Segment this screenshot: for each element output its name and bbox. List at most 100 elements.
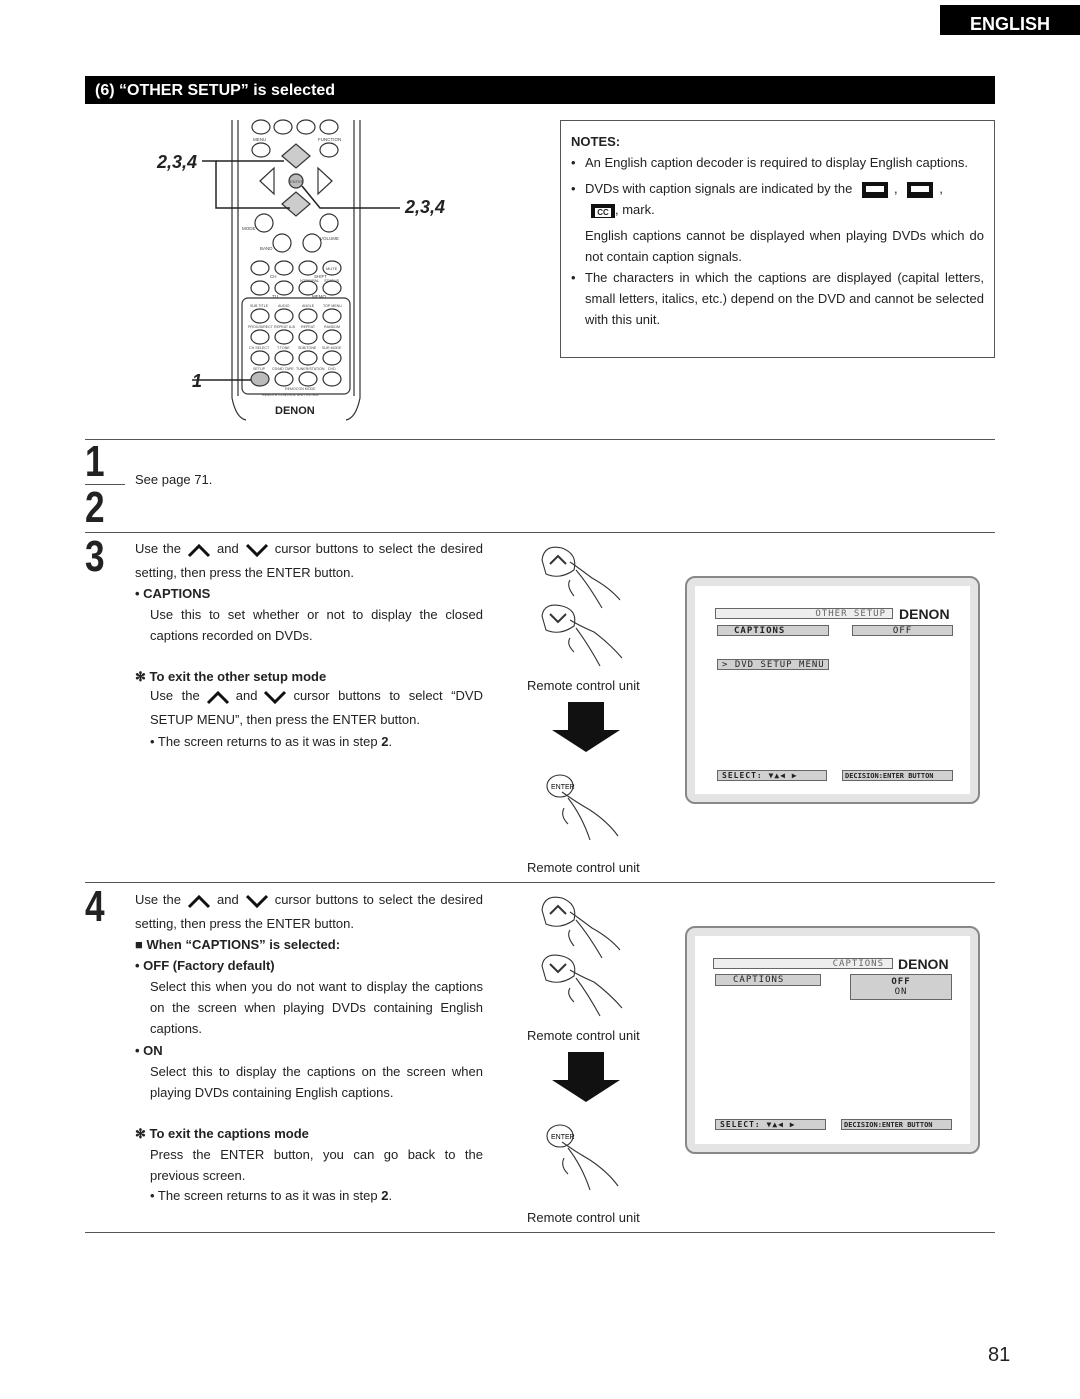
language-tab: ENGLISH <box>940 5 1080 35</box>
osd-decision-hint: DECISION:ENTER BUTTON <box>841 1119 952 1130</box>
cursor-down-icon <box>264 690 287 704</box>
status-label: STATUS <box>324 278 340 283</box>
hand-press-illustration: ENTER <box>541 546 623 841</box>
osd-option-off[interactable]: OFF <box>851 977 951 987</box>
caption-mark-icon <box>862 181 888 198</box>
step-number-1: 1 <box>85 437 105 486</box>
cc-mark-icon: CC <box>591 203 615 218</box>
on-description: Select this to display the captions on t… <box>150 1064 483 1100</box>
remote-brand: DENON <box>275 405 315 417</box>
caption-mark-icon <box>907 181 934 198</box>
random-label: RANDOM <box>324 325 340 329</box>
osd-option-on[interactable]: ON <box>851 987 951 997</box>
remote-control-unit-caption: Remote control unit <box>527 860 640 875</box>
function-label: FUNCTION <box>318 137 341 142</box>
prog-label: PROG/DIRECT <box>248 325 274 329</box>
divider <box>85 882 995 883</box>
repeat-label: REPEAT <box>301 325 316 329</box>
cursor-up-icon <box>187 894 211 908</box>
notes-title: NOTES: <box>571 134 621 149</box>
returns-note: • The screen returns to as it was in ste… <box>150 1188 393 1203</box>
exit-captions-heading: ✻ To exit the captions mode <box>135 1126 309 1141</box>
ch-label: CH <box>270 274 277 279</box>
osd-screen-captions: CAPTIONS DENON CAPTIONS OFF ON SELECT: ▼… <box>685 926 980 1154</box>
topmenu-label: TOP MENU <box>323 304 342 308</box>
step4-instruction: Use the and cursor buttons to select the d… <box>135 892 483 931</box>
arrow-down-icon <box>568 702 604 730</box>
exit-captions-description: Press the ENTER button, you can go back … <box>150 1147 483 1183</box>
note-item: English captions cannot be displayed whe… <box>585 228 984 264</box>
tuner-label: TUNER/STATION <box>296 367 325 371</box>
volume-label: VOLUME <box>320 236 339 241</box>
callout-234-right: 2,3,4 <box>405 197 446 217</box>
hand-press-illustration: ENTER <box>541 896 623 1191</box>
divider <box>85 439 995 440</box>
remote-control-unit-caption: Remote control unit <box>527 1210 640 1225</box>
sdbtone-label: SDB/TONE <box>298 346 317 350</box>
subtitle-label: SUB TITLE <box>250 304 269 308</box>
captions-description: Use this to set whether or not to displa… <box>150 607 483 643</box>
step-number-3: 3 <box>85 532 105 581</box>
page-number: 81 <box>988 1344 1011 1366</box>
angle-label: ANGLE <box>302 304 315 308</box>
exit-setup-instruction: Use the and cursor buttons to select “DVD … <box>150 688 483 727</box>
divider <box>85 1232 995 1233</box>
note-item: • An English caption decoder is required … <box>571 155 969 170</box>
remote-control-unit-caption: Remote control unit <box>527 678 640 693</box>
arrow-down-icon <box>568 1052 604 1080</box>
note-item: • The characters in which the captions ar… <box>571 270 984 327</box>
on-heading: • ON <box>135 1043 163 1058</box>
osd-option-list: OFF ON <box>850 974 952 1000</box>
enter-button-label: ENTER <box>551 784 575 791</box>
ntsc-label: NTSC/PAL <box>300 278 320 283</box>
osd-dvd-setup-menu: > DVD SETUP MENU <box>717 659 829 670</box>
band-label: BAND <box>260 246 273 251</box>
callout-1: 1 <box>192 371 203 391</box>
remote-control-unit-caption: Remote control unit <box>527 1028 640 1043</box>
chselect-label: CH.SELECT <box>249 346 270 350</box>
step-number-2: 2 <box>85 483 105 532</box>
cursor-down-icon <box>245 894 268 908</box>
mode-label: MODE <box>242 226 256 231</box>
surmode-label: SUR.MODE <box>322 346 342 350</box>
section-header: (6) “OTHER SETUP” is selected <box>85 76 995 104</box>
enter-button-label: ENTER <box>551 1134 575 1141</box>
audio-label: AUDIO <box>278 304 290 308</box>
cursor-up-icon <box>206 690 229 704</box>
menu-label: MENU <box>253 137 266 142</box>
osd-decision-hint: DECISION:ENTER BUTTON <box>842 770 953 781</box>
setup-label: SETUP <box>253 367 266 371</box>
note-item: • DVDs with caption signals are indicated… <box>571 181 943 218</box>
cursor-up-icon <box>187 543 211 557</box>
see-page-text: See page 71. <box>135 472 213 487</box>
osd-title: CAPTIONS <box>713 958 893 969</box>
repeatab-label: REPEAT A-B <box>274 325 295 329</box>
off-description: Select this when you do not want to disp… <box>150 979 483 1036</box>
osd-captions-item: CAPTIONS <box>715 974 821 986</box>
unit-label: REMOTE CONTROL UNIT RC-902 <box>262 393 319 397</box>
osd-select-hint: SELECT: ▼▲◀ ▶ <box>715 1119 826 1130</box>
cursor-down-icon <box>245 543 268 557</box>
step-number-4: 4 <box>85 882 105 931</box>
osd-select-hint: SELECT: ▼▲◀ ▶ <box>717 770 827 781</box>
memo-label: MEMO <box>312 294 326 299</box>
osd-screen-other-setup: OTHER SETUP DENON CAPTIONS OFF > DVD SET… <box>685 576 980 804</box>
remocon-label: REMOCON MODE <box>285 387 316 391</box>
captions-heading: • CAPTIONS <box>135 586 211 601</box>
ttone-label: T.TONE <box>277 346 290 350</box>
osd-title: OTHER SETUP <box>715 608 893 619</box>
mute-label: MUTE <box>326 266 338 271</box>
cdtape-label: CD/MD TAPE <box>272 367 294 371</box>
tu-label: TU <box>272 294 278 299</box>
dvd-label: DVD <box>328 367 336 371</box>
when-captions-heading: ■ When “CAPTIONS” is selected: <box>135 937 341 952</box>
osd-brand: DENON <box>898 956 949 972</box>
osd-captions-item: CAPTIONS <box>717 625 829 636</box>
divider <box>85 532 995 533</box>
returns-note: • The screen returns to as it was in ste… <box>150 734 393 749</box>
step3-instruction: Use the and cursor buttons to select the d… <box>135 541 483 580</box>
notes-box: NOTES: • An English caption decoder is re… <box>560 120 995 358</box>
osd-captions-value: OFF <box>852 625 953 636</box>
enter-label: ENTER <box>290 179 304 184</box>
callout-234-left: 2,3,4 <box>157 152 198 172</box>
